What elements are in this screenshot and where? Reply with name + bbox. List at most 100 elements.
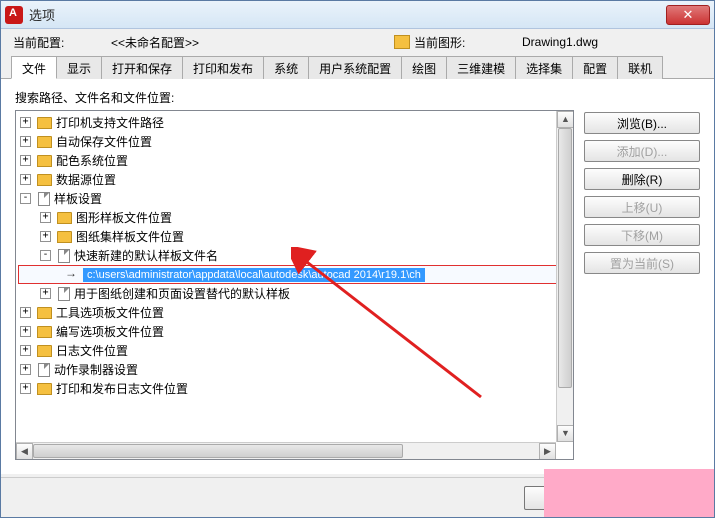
- tree-node[interactable]: + 编写选项板文件位置: [16, 322, 573, 341]
- move-up-button[interactable]: 上移(U): [584, 196, 700, 218]
- scrollbar-horizontal[interactable]: ◀ ▶: [16, 442, 556, 459]
- scroll-right-icon[interactable]: ▶: [539, 443, 556, 460]
- tab-profiles[interactable]: 配置: [572, 56, 618, 79]
- tree-label: 图形样板文件位置: [76, 209, 172, 226]
- expand-icon[interactable]: +: [40, 212, 51, 223]
- folder-icon: [37, 383, 52, 395]
- tree-node[interactable]: + 打印和发布日志文件位置: [16, 379, 573, 398]
- scroll-thumb[interactable]: [558, 128, 572, 388]
- tree-label: 打印机支持文件路径: [56, 114, 164, 131]
- folder-icon: [37, 136, 52, 148]
- expand-icon[interactable]: +: [40, 231, 51, 242]
- tree-label: 日志文件位置: [56, 342, 128, 359]
- tree-node[interactable]: + 自动保存文件位置: [16, 132, 573, 151]
- browse-button[interactable]: 浏览(B)...: [584, 112, 700, 134]
- tree-label: 编写选项板文件位置: [56, 323, 164, 340]
- tab-bar: 文件 显示 打开和保存 打印和发布 系统 用户系统配置 绘图 三维建模 选择集 …: [1, 55, 714, 79]
- scroll-down-icon[interactable]: ▼: [557, 425, 574, 442]
- tree-node[interactable]: + 日志文件位置: [16, 341, 573, 360]
- tree-node[interactable]: + 工具选项板文件位置: [16, 303, 573, 322]
- tree-node[interactable]: + 打印机支持文件路径: [16, 113, 573, 132]
- tree-node-selected[interactable]: c:\users\administrator\appdata\local\aut…: [18, 265, 571, 284]
- tab-display[interactable]: 显示: [56, 56, 102, 79]
- info-row: 当前配置: <<未命名配置>> 当前图形: Drawing1.dwg: [1, 29, 714, 55]
- expand-icon[interactable]: +: [20, 174, 31, 185]
- folder-icon: [57, 212, 72, 224]
- tree-node[interactable]: + 动作录制器设置: [16, 360, 573, 379]
- tree-view[interactable]: + 打印机支持文件路径 + 自动保存文件位置 + 配色系统位置 + 数据源位置 - 样板设…: [15, 110, 574, 460]
- tree-label: 用于图纸创建和页面设置替代的默认样板: [74, 285, 290, 302]
- expand-icon[interactable]: +: [20, 155, 31, 166]
- tree-label: 图纸集样板文件位置: [76, 228, 184, 245]
- set-current-button[interactable]: 置为当前(S): [584, 252, 700, 274]
- tree-label: 配色系统位置: [56, 152, 128, 169]
- close-button[interactable]: ✕: [666, 5, 710, 25]
- window-title: 选项: [29, 5, 666, 24]
- expand-icon[interactable]: +: [20, 345, 31, 356]
- tree-label: 动作录制器设置: [54, 361, 138, 378]
- tree-node[interactable]: + 图形样板文件位置: [16, 208, 573, 227]
- folder-icon: [57, 231, 72, 243]
- expand-icon[interactable]: +: [40, 288, 51, 299]
- collapse-icon[interactable]: -: [40, 250, 51, 261]
- folder-icon: [37, 117, 52, 129]
- current-config-label: 当前配置:: [13, 34, 111, 51]
- expand-icon[interactable]: +: [20, 136, 31, 147]
- tree-label: 打印和发布日志文件位置: [56, 380, 188, 397]
- file-icon: [58, 249, 70, 263]
- current-drawing-value: Drawing1.dwg: [522, 35, 702, 49]
- folder-icon: [37, 345, 52, 357]
- tree-node[interactable]: + 数据源位置: [16, 170, 573, 189]
- expand-icon[interactable]: +: [20, 383, 31, 394]
- move-down-button[interactable]: 下移(M): [584, 224, 700, 246]
- tree-node[interactable]: + 配色系统位置: [16, 151, 573, 170]
- titlebar: 选项 ✕: [1, 1, 714, 29]
- scrollbar-vertical[interactable]: ▲ ▼: [556, 111, 573, 442]
- tab-system[interactable]: 系统: [263, 56, 309, 79]
- add-button[interactable]: 添加(D)...: [584, 140, 700, 162]
- current-config-value: <<未命名配置>>: [111, 34, 394, 51]
- folder-icon: [37, 326, 52, 338]
- tab-selection[interactable]: 选择集: [515, 56, 573, 79]
- tab-content: 搜索路径、文件名和文件位置: + 打印机支持文件路径 + 自动保存文件位置 + 配色系…: [1, 79, 714, 474]
- dwg-icon: [394, 35, 410, 49]
- tab-user-prefs[interactable]: 用户系统配置: [308, 56, 402, 79]
- expand-icon[interactable]: +: [20, 326, 31, 337]
- expand-icon[interactable]: +: [20, 117, 31, 128]
- folder-icon: [37, 307, 52, 319]
- overlay-block: [544, 469, 714, 517]
- scroll-thumb[interactable]: [33, 444, 403, 458]
- current-drawing-label: 当前图形:: [414, 34, 522, 51]
- scroll-up-icon[interactable]: ▲: [557, 111, 574, 128]
- file-icon: [58, 287, 70, 301]
- app-icon: [5, 6, 23, 24]
- tree-label: 数据源位置: [56, 171, 116, 188]
- expand-icon[interactable]: +: [20, 307, 31, 318]
- tab-3d[interactable]: 三维建模: [446, 56, 516, 79]
- tree-label: 工具选项板文件位置: [56, 304, 164, 321]
- remove-button[interactable]: 删除(R): [584, 168, 700, 190]
- tree-node[interactable]: + 用于图纸创建和页面设置替代的默认样板: [16, 284, 573, 303]
- tree-label: 自动保存文件位置: [56, 133, 152, 150]
- expand-icon[interactable]: +: [20, 364, 31, 375]
- tree-node[interactable]: - 快速新建的默认样板文件名: [16, 246, 573, 265]
- tree-node[interactable]: + 图纸集样板文件位置: [16, 227, 573, 246]
- tab-files[interactable]: 文件: [11, 56, 57, 79]
- file-icon: [38, 363, 50, 377]
- tab-plot-publish[interactable]: 打印和发布: [182, 56, 264, 79]
- arrow-icon: [65, 270, 79, 280]
- scroll-left-icon[interactable]: ◀: [16, 443, 33, 460]
- file-icon: [38, 192, 50, 206]
- collapse-icon[interactable]: -: [20, 193, 31, 204]
- tab-drafting[interactable]: 绘图: [401, 56, 447, 79]
- tree-label: 样板设置: [54, 190, 102, 207]
- button-sidebar: 浏览(B)... 添加(D)... 删除(R) 上移(U) 下移(M) 置为当前…: [584, 110, 700, 460]
- tab-open-save[interactable]: 打开和保存: [101, 56, 183, 79]
- tree-node[interactable]: - 样板设置: [16, 189, 573, 208]
- folder-icon: [37, 174, 52, 186]
- tree-path-value: c:\users\administrator\appdata\local\aut…: [83, 268, 425, 282]
- tree-label: 快速新建的默认样板文件名: [74, 247, 218, 264]
- tab-online[interactable]: 联机: [617, 56, 663, 79]
- folder-icon: [37, 155, 52, 167]
- section-heading: 搜索路径、文件名和文件位置:: [15, 89, 700, 106]
